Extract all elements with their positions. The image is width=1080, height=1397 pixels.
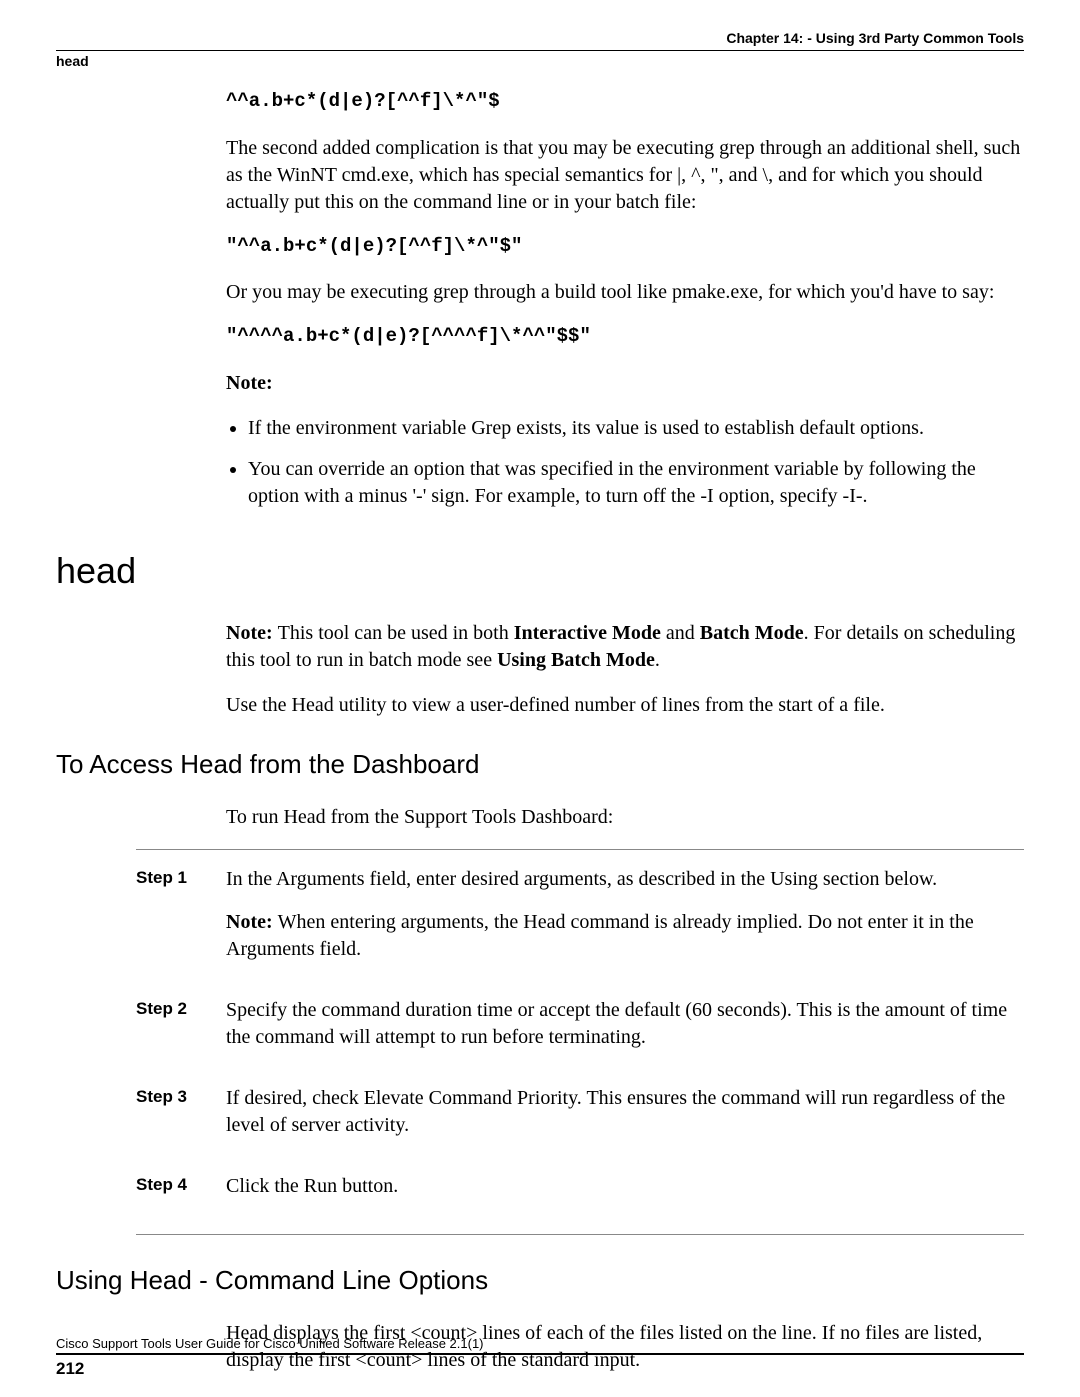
step-rule — [136, 849, 1024, 850]
subsection-title-using: Using Head - Command Line Options — [56, 1265, 1024, 1296]
code-sample-1: ^^a.b+c*(d|e)?[^^f]\*^"$ — [226, 89, 1024, 115]
paragraph: Use the Head utility to view a user-defi… — [226, 692, 1024, 719]
text: and — [661, 622, 700, 644]
footer-rule — [56, 1353, 1024, 1355]
note-prefix: Note: — [226, 622, 278, 644]
paragraph: Or you may be executing grep through a b… — [226, 279, 1024, 306]
document-page: Chapter 14: - Using 3rd Party Common Too… — [0, 0, 1080, 1397]
code-sample-3: "^^^^a.b+c*(d|e)?[^^^^f]\*^^"$$" — [226, 324, 1024, 350]
list-item: If the environment variable Grep exists,… — [248, 415, 1024, 442]
header-rule — [56, 50, 1024, 51]
head-intro-block: Note: This tool can be used in both Inte… — [226, 620, 1024, 719]
step-text: In the Arguments field, enter desired ar… — [226, 866, 1024, 979]
paragraph: Specify the command duration time or acc… — [226, 997, 1024, 1051]
paragraph: If desired, check Elevate Command Priori… — [226, 1085, 1024, 1139]
step-text: Specify the command duration time or acc… — [226, 997, 1024, 1067]
bold-text: Using Batch Mode — [497, 649, 655, 671]
step-row: Step 3 If desired, check Elevate Command… — [136, 1085, 1024, 1155]
subsection-title-access: To Access Head from the Dashboard — [56, 749, 1024, 780]
list-item: You can override an option that was spec… — [248, 456, 1024, 510]
chapter-header: Chapter 14: - Using 3rd Party Common Too… — [56, 30, 1024, 46]
paragraph: In the Arguments field, enter desired ar… — [226, 866, 1024, 893]
note-bullet-list: If the environment variable Grep exists,… — [226, 415, 1024, 510]
note-heading: Note: — [226, 372, 273, 394]
paragraph: To run Head from the Support Tools Dashb… — [226, 804, 1024, 831]
text: . — [655, 649, 660, 671]
paragraph: Note: This tool can be used in both Inte… — [226, 620, 1024, 674]
step-label: Step 1 — [136, 866, 226, 979]
bold-text: Interactive Mode — [514, 622, 661, 644]
paragraph: The second added complication is that yo… — [226, 135, 1024, 216]
step-text: If desired, check Elevate Command Priori… — [226, 1085, 1024, 1155]
paragraph: Note: When entering arguments, the Head … — [226, 909, 1024, 963]
step-row: Step 2 Specify the command duration time… — [136, 997, 1024, 1067]
section-title-head: head — [56, 550, 1024, 592]
page-footer: Cisco Support Tools User Guide for Cisco… — [56, 1336, 1024, 1379]
step-label: Step 3 — [136, 1085, 226, 1155]
step-row: Step 1 In the Arguments field, enter des… — [136, 866, 1024, 979]
note-label: Note: — [226, 370, 1024, 397]
text: This tool can be used in both — [278, 622, 514, 644]
step-row: Step 4 Click the Run button. — [136, 1173, 1024, 1216]
step-rule — [136, 1234, 1024, 1235]
grep-continued-block: ^^a.b+c*(d|e)?[^^f]\*^"$ The second adde… — [226, 89, 1024, 510]
bold-text: Batch Mode — [700, 622, 804, 644]
paragraph: Click the Run button. — [226, 1173, 1024, 1200]
step-text: Click the Run button. — [226, 1173, 1024, 1216]
text: When entering arguments, the Head comman… — [226, 911, 974, 960]
page-number: 212 — [56, 1359, 1024, 1379]
step-label: Step 2 — [136, 997, 226, 1067]
footer-doc-title: Cisco Support Tools User Guide for Cisco… — [56, 1336, 1024, 1351]
code-sample-2: "^^a.b+c*(d|e)?[^^f]\*^"$" — [226, 234, 1024, 260]
running-head: head — [56, 53, 1024, 69]
steps-block: Step 1 In the Arguments field, enter des… — [136, 849, 1024, 1235]
access-intro-block: To run Head from the Support Tools Dashb… — [226, 804, 1024, 831]
note-prefix: Note: — [226, 911, 278, 933]
step-label: Step 4 — [136, 1173, 226, 1216]
